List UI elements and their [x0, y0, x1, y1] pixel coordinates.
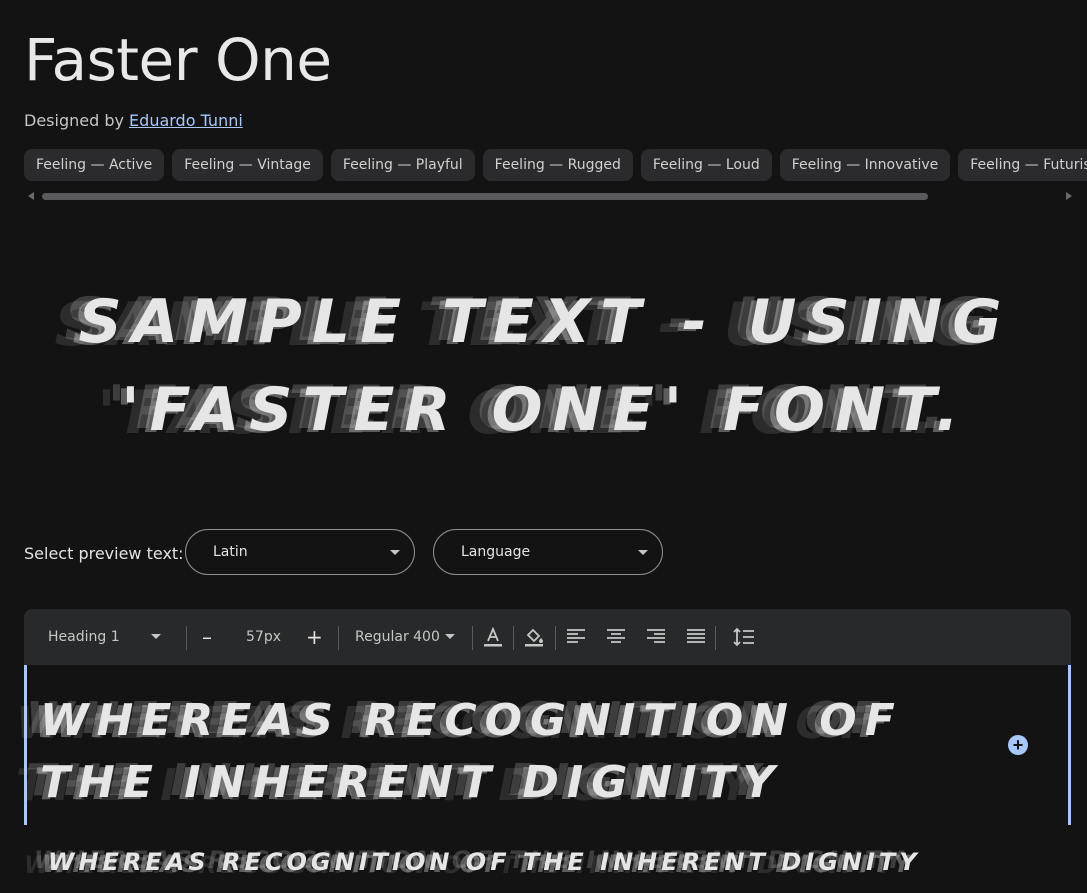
designed-by-label: Designed by	[24, 111, 124, 130]
align-left-icon[interactable]	[564, 625, 588, 649]
align-right-icon[interactable]	[644, 625, 668, 649]
chevron-down-icon	[151, 634, 161, 639]
language-select-value: Language	[461, 544, 531, 560]
editor-heading-text[interactable]: Whereas recognition of the inherent dign…	[40, 690, 940, 814]
sample-line-1: Sample Text - Using	[78, 287, 1012, 357]
designer-line: Designed by Eduardo Tunni	[24, 111, 243, 130]
editor-toolbar: Heading 1 – 57px + Regular 400	[24, 609, 1071, 665]
decrease-size-button[interactable]: –	[202, 609, 212, 665]
align-center-icon[interactable]	[604, 625, 628, 649]
divider	[715, 626, 716, 650]
divider	[338, 626, 339, 650]
language-select[interactable]: Language	[433, 529, 663, 575]
font-title: Faster One	[24, 26, 332, 94]
weight-select-value: Regular 400	[355, 629, 440, 645]
divider	[472, 626, 473, 650]
increase-size-button[interactable]: +	[306, 609, 323, 665]
script-select-value: Latin	[213, 544, 248, 560]
tag-loud[interactable]: Feeling — Loud	[640, 149, 772, 181]
line-height-icon[interactable]	[732, 625, 756, 649]
tag-vintage[interactable]: Feeling — Vintage	[172, 149, 323, 181]
align-justify-icon[interactable]	[684, 625, 708, 649]
divider	[513, 626, 514, 650]
text-color-icon[interactable]	[481, 625, 505, 649]
tag-futuristic[interactable]: Feeling — Futuristic	[958, 149, 1087, 181]
chevron-down-icon	[445, 634, 455, 639]
scroll-thumb[interactable]	[42, 193, 928, 200]
designer-link[interactable]: Eduardo Tunni	[129, 111, 243, 130]
chevron-down-icon	[390, 550, 400, 555]
divider	[555, 626, 556, 650]
size-value[interactable]: 57px	[246, 609, 281, 665]
weight-select[interactable]: Regular 400	[355, 609, 440, 665]
tag-active[interactable]: Feeling — Active	[24, 149, 165, 181]
editor-paragraph-text[interactable]: Whereas recognition of the inherent dign…	[48, 848, 921, 876]
divider	[186, 626, 187, 650]
add-block-button[interactable]: +	[1008, 735, 1028, 755]
tag-playful[interactable]: Feeling — Playful	[330, 149, 475, 181]
sample-line-2: 'Faster One' Font.	[121, 375, 969, 445]
tags-scrollbar[interactable]	[24, 190, 1072, 202]
style-select-value: Heading 1	[48, 629, 120, 645]
preview-label: Select preview text:	[24, 544, 184, 563]
tag-list: Feeling — Active Feeling — Vintage Feeli…	[24, 149, 1087, 181]
chevron-down-icon	[638, 550, 648, 555]
script-select[interactable]: Latin	[185, 529, 415, 575]
scroll-right-icon[interactable]	[1066, 192, 1072, 200]
tag-rugged[interactable]: Feeling — Rugged	[482, 149, 633, 181]
scroll-left-icon[interactable]	[28, 192, 34, 200]
tag-innovative[interactable]: Feeling — Innovative	[779, 149, 951, 181]
highlight-color-icon[interactable]	[522, 625, 546, 649]
sample-text: Sample Text - Using 'Faster One' Font.	[40, 278, 1050, 454]
